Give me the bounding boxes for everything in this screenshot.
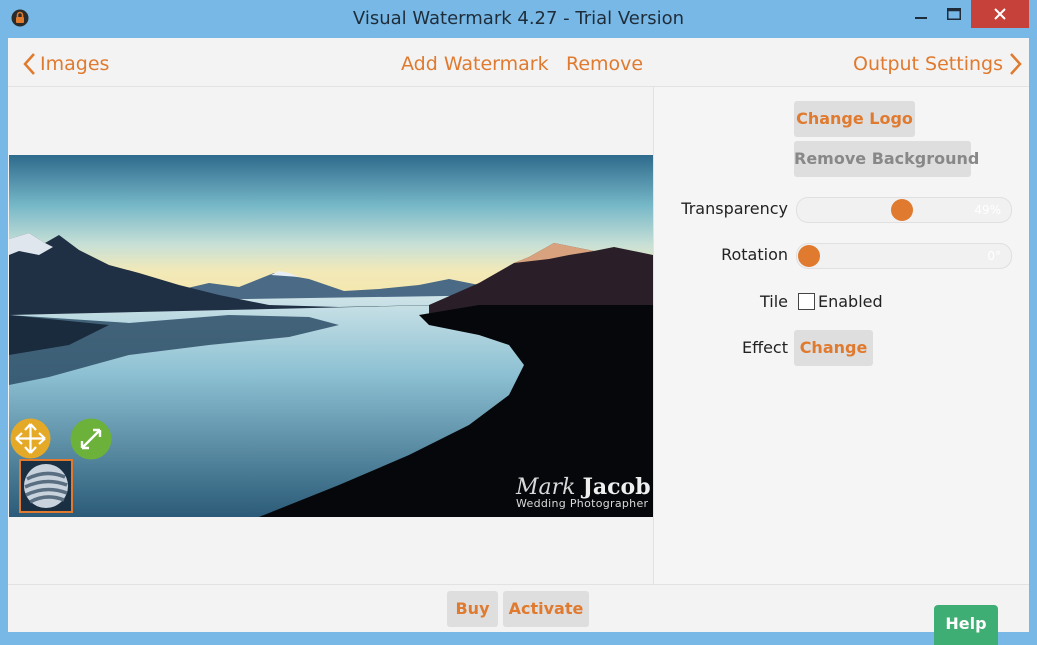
images-link-label: Images bbox=[40, 53, 110, 75]
tile-enabled-checkbox[interactable] bbox=[798, 293, 815, 310]
resize-handle[interactable] bbox=[70, 418, 112, 460]
maximize-icon bbox=[947, 8, 961, 20]
effect-change-button[interactable]: Change bbox=[794, 330, 873, 366]
close-icon bbox=[994, 8, 1006, 20]
move-handle[interactable] bbox=[10, 418, 51, 459]
transparency-value: 49% bbox=[974, 203, 1001, 217]
maximize-button[interactable] bbox=[937, 0, 971, 28]
minimize-icon bbox=[915, 17, 927, 19]
close-button[interactable] bbox=[971, 0, 1029, 28]
rotation-label: Rotation bbox=[721, 245, 788, 264]
tile-label: Tile bbox=[759, 292, 788, 311]
buy-button[interactable]: Buy bbox=[447, 591, 498, 627]
watermark-logo[interactable] bbox=[19, 459, 73, 513]
output-settings-link[interactable]: Output Settings bbox=[853, 50, 1023, 78]
move-arrows-icon bbox=[10, 418, 51, 459]
activate-button[interactable]: Activate bbox=[503, 591, 589, 627]
images-back-link[interactable]: Images bbox=[22, 50, 109, 78]
help-button[interactable]: Help bbox=[934, 605, 998, 645]
effect-label: Effect bbox=[741, 338, 788, 357]
remove-tab[interactable]: Remove bbox=[566, 50, 643, 78]
rotation-value: 0° bbox=[987, 249, 1001, 263]
rotation-slider-knob[interactable] bbox=[798, 245, 820, 267]
output-settings-label: Output Settings bbox=[853, 53, 1003, 75]
logo-globe-icon bbox=[21, 461, 71, 511]
change-logo-button[interactable]: Change Logo bbox=[794, 101, 915, 137]
remove-background-button[interactable]: Remove Background bbox=[794, 141, 979, 177]
add-watermark-tab[interactable]: Add Watermark bbox=[401, 50, 549, 78]
divider bbox=[8, 584, 1029, 585]
chevron-right-icon bbox=[1010, 53, 1022, 75]
transparency-slider-knob[interactable] bbox=[891, 199, 913, 221]
chevron-left-icon bbox=[23, 53, 35, 75]
minimize-button[interactable] bbox=[904, 0, 938, 28]
resize-arrows-icon bbox=[70, 418, 112, 460]
app-lock-icon[interactable] bbox=[11, 9, 29, 27]
photo-preview[interactable] bbox=[9, 155, 653, 517]
watermark-subtitle: Wedding Photographer bbox=[516, 497, 649, 510]
transparency-slider[interactable]: 49% bbox=[796, 197, 1012, 223]
tile-enabled-label[interactable]: Enabled bbox=[818, 290, 883, 314]
window-title: Visual Watermark 4.27 - Trial Version bbox=[352, 8, 685, 29]
transparency-label: Transparency bbox=[681, 199, 788, 218]
rotation-slider[interactable]: 0° bbox=[796, 243, 1012, 269]
